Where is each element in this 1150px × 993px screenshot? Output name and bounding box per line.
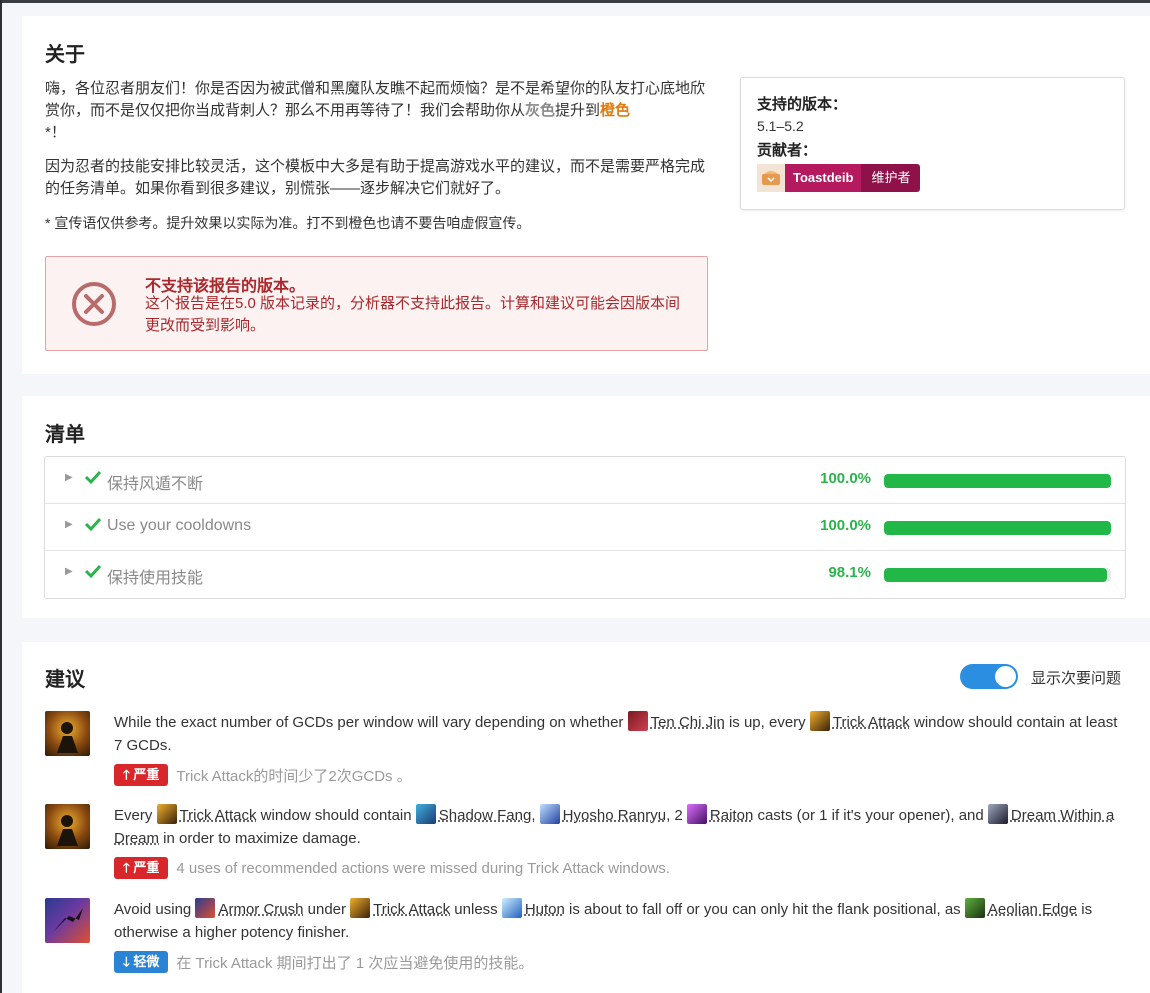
checklist-row[interactable]: ▶ Use your cooldowns 100.0%: [45, 504, 1125, 551]
severity-row: 🡑 严重 Trick Attack的时间少了2次GCDs 。: [114, 764, 412, 786]
about-panel: 关于 嗨，各位忍者朋友们！你是否因为被武僧和黑魔队友瞧不起而烦恼？是不是希望你的…: [22, 16, 1150, 374]
checklist: ▶ 保持风遁不断 100.0% ▶ Use your cooldowns 100…: [44, 456, 1126, 599]
alert-description: 这个报告是在5.0 版本记录的，分析器不支持此报告。计算和建议可能会因版本间更改…: [145, 295, 681, 334]
top-bar: [0, 0, 1150, 3]
caret-right-icon: ▶: [65, 519, 73, 530]
left-edge: [0, 0, 2, 993]
spell-link[interactable]: Ten Chi Jin: [651, 714, 725, 731]
severity-row: 🡓 轻微 在 Trick Attack 期间打出了 1 次应当避免使用的技能。: [114, 951, 533, 973]
huton-icon: [501, 898, 522, 918]
progress-fill: [884, 568, 1107, 582]
about-text: 嗨，各位忍者朋友们！你是否因为被武僧和黑魔队友瞧不起而烦恼？是不是希望你的队友打…: [45, 78, 715, 246]
aeolian-edge-icon: [964, 898, 985, 918]
caret-right-icon: ▶: [65, 472, 73, 483]
severity-row: 🡑 严重 4 uses of recommended actions were …: [114, 857, 670, 879]
severity-detail: Trick Attack的时间少了2次GCDs 。: [176, 767, 412, 785]
unsupported-version-alert: 不支持该报告的版本。 这个报告是在5.0 版本记录的，分析器不支持此报告。计算和…: [45, 256, 708, 351]
severity-badge-major: 🡑 严重: [114, 764, 169, 786]
spell-link[interactable]: Shadow Fang: [439, 807, 532, 824]
progress-fill: [884, 474, 1111, 488]
about-paragraph-1: 嗨，各位忍者朋友们！你是否因为被武僧和黑魔队友瞧不起而烦恼？是不是希望你的队友打…: [45, 80, 706, 141]
checklist-panel: 清单 ▶ 保持风遁不断 100.0% ▶ Use your cooldowns …: [22, 396, 1150, 618]
caret-right-icon: ▶: [65, 566, 73, 577]
spell-link[interactable]: Hyosho Ranryu: [563, 807, 666, 824]
checklist-label: Use your cooldowns: [107, 517, 252, 534]
checklist-label: 保持风遁不断: [107, 476, 204, 493]
suggestions-title: 建议: [45, 669, 85, 691]
spell-link[interactable]: Trick Attack: [373, 901, 450, 918]
check-icon: [84, 562, 102, 585]
progress-fill: [884, 521, 1111, 535]
severity-detail: 在 Trick Attack 期间打出了 1 次应当避免使用的技能。: [176, 954, 534, 972]
toggle-knob: [995, 666, 1016, 687]
suggestions-panel: 建议 显示次要问题 While the exact number of GCDs…: [22, 642, 1150, 993]
meta-card: 支持的版本： 5.1–5.2 贡献者： Toastdeib 维护者: [740, 77, 1125, 210]
checklist-title: 清单: [45, 424, 85, 446]
trick-attack-icon: [350, 898, 371, 918]
progress-bar: [884, 568, 1111, 582]
error-circle-icon: [70, 280, 118, 333]
armor-crush-icon: [45, 898, 90, 943]
spell-link[interactable]: Armor Crush: [218, 901, 303, 918]
contributor-tag[interactable]: Toastdeib 维护者: [757, 164, 1108, 192]
checklist-percent: 100.0%: [820, 517, 871, 534]
minor-issues-toggle[interactable]: [960, 664, 1018, 689]
spell-link[interactable]: Raiton: [710, 807, 753, 824]
hyosho-ranryu-icon: [539, 804, 560, 824]
progress-bar: [884, 474, 1111, 488]
severity-badge-minor: 🡓 轻微: [114, 951, 169, 973]
armor-crush-icon: [195, 898, 216, 918]
progress-bar: [884, 521, 1111, 535]
versions-value: 5.1–5.2: [757, 118, 804, 134]
checklist-row[interactable]: ▶ 保持风遁不断 100.0%: [45, 457, 1125, 504]
trick-attack-icon: [45, 711, 90, 756]
toggle-label: 显示次要问题: [1031, 670, 1122, 687]
severity-detail: 4 uses of recommended actions were misse…: [176, 859, 670, 877]
suggestion-text: While the exact number of GCDs per windo…: [114, 711, 1124, 757]
trick-attack-icon: [156, 804, 177, 824]
shadow-fang-icon: [415, 804, 436, 824]
checklist-row[interactable]: ▶ 保持使用技能 98.1%: [45, 551, 1125, 598]
gray-word: 灰色: [525, 102, 556, 119]
orange-word: 橙色: [600, 102, 631, 119]
check-icon: [84, 468, 102, 491]
checklist-percent: 98.1%: [828, 564, 871, 581]
trick-attack-icon: [809, 711, 830, 731]
versions-label: 支持的版本：: [757, 96, 848, 113]
checklist-label: 保持使用技能: [107, 570, 204, 587]
about-paragraph-2: 因为忍者的技能安排比较灵活，这个模板中大多是有助于提高游戏水平的建议，而不是需要…: [45, 158, 706, 197]
suggestion-text: Every Trick Attack window should contain…: [114, 804, 1124, 850]
spell-link[interactable]: Trick Attack: [180, 807, 257, 824]
dream-within-a-dream-icon: [987, 804, 1008, 824]
trick-attack-icon: [45, 804, 90, 849]
severity-badge-major: 🡑 严重: [114, 857, 169, 879]
checklist-percent: 100.0%: [820, 470, 871, 487]
contributor-name: Toastdeib: [785, 164, 862, 192]
about-note: * 宣传语仅供参考。提升效果以实际为准。打不到橙色也请不要告咱虚假宣传。: [45, 215, 531, 231]
contributor-role: 维护者: [861, 164, 921, 192]
about-title: 关于: [45, 44, 85, 66]
ten-chi-jin-icon: [627, 711, 648, 731]
contributors-label: 贡献者：: [757, 142, 818, 159]
raiton-icon: [686, 804, 707, 824]
check-icon: [84, 515, 102, 538]
avatar: [757, 164, 785, 192]
spell-link[interactable]: Huton: [525, 901, 565, 918]
spell-link[interactable]: Trick Attack: [833, 714, 910, 731]
suggestion-text: Avoid using Armor Crush under Trick Atta…: [114, 898, 1124, 944]
spell-link[interactable]: Aeolian Edge: [988, 901, 1077, 918]
